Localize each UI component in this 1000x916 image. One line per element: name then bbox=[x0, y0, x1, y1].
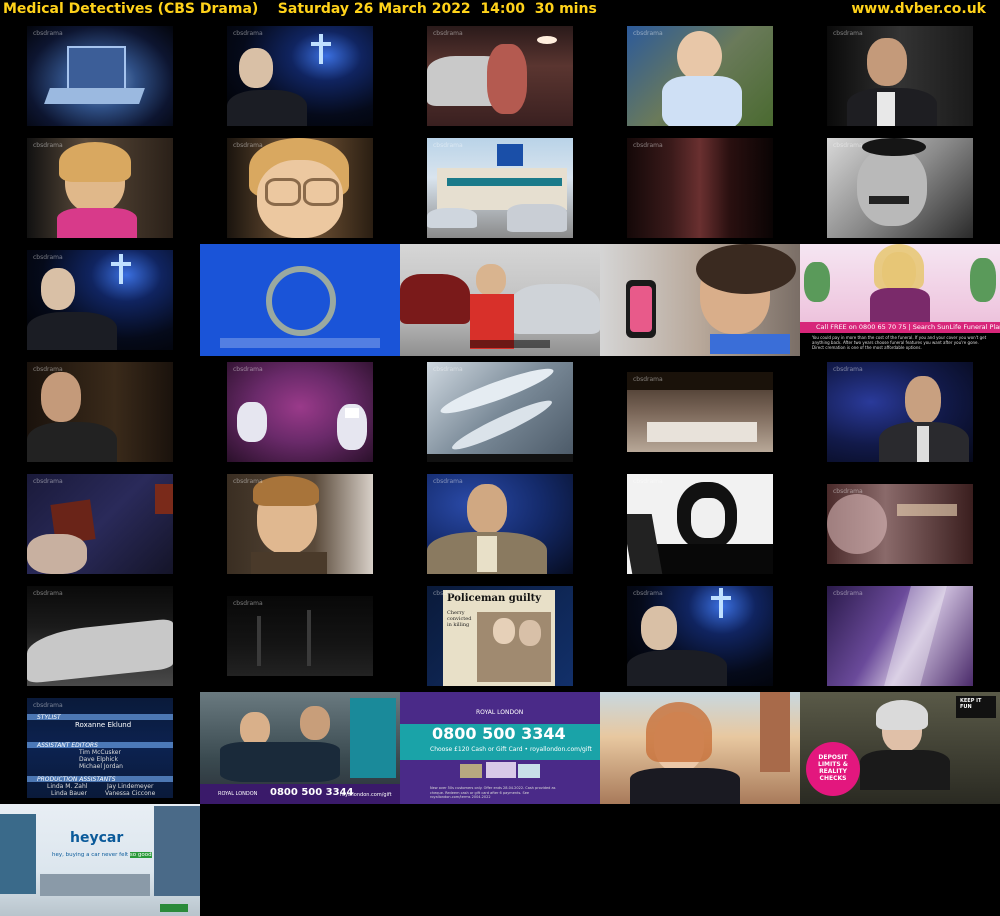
channel-watermark: cbsdrama bbox=[833, 142, 863, 149]
thumbnail-ad-royal-london-car[interactable]: ROYAL LONDON 0800 500 3344 royallondon.c… bbox=[200, 692, 400, 804]
channel-watermark: cbsdrama bbox=[833, 488, 863, 495]
thumbnail-interviewee-bald[interactable]: cbsdrama bbox=[800, 356, 1000, 468]
thumbnail-ad-woman-on-phone[interactable] bbox=[600, 692, 800, 804]
thumbnail-fabric-gloves[interactable]: cbsdrama bbox=[200, 356, 400, 468]
thumbnail-ad-car-dealer[interactable] bbox=[400, 244, 600, 356]
heycar-tagline: hey, buying a car never felt so good bbox=[52, 852, 152, 858]
thumbnail-child-photo[interactable]: cbsdrama bbox=[600, 20, 800, 132]
thumbnail-restaurant-blur[interactable]: cbsdrama bbox=[800, 468, 1000, 580]
credits-stylist: Roxanne Eklund bbox=[75, 721, 132, 729]
channel-watermark: cbsdrama bbox=[833, 30, 863, 37]
channel-watermark: cbsdrama bbox=[33, 366, 63, 373]
channel-watermark: cbsdrama bbox=[433, 142, 463, 149]
page-title: Medical Detectives (CBS Drama) Saturday … bbox=[3, 1, 597, 17]
channel-watermark: cbsdrama bbox=[633, 376, 663, 383]
thumbnail-woman-glasses-large[interactable]: cbsdrama bbox=[200, 132, 400, 244]
channel-watermark: cbsdrama bbox=[233, 142, 263, 149]
channel-watermark: cbsdrama bbox=[233, 600, 263, 607]
sunlife-disclaimer: You could pay in more than the cost of t… bbox=[812, 335, 987, 350]
thumbnail-interviewee-cross[interactable]: cbsdrama bbox=[200, 20, 400, 132]
royal-london-phone-large: 0800 500 3344 bbox=[432, 724, 566, 743]
thumbnail-interviewee-moustache-2[interactable]: cbsdrama bbox=[0, 356, 200, 468]
credits-editor-1: Tim McCusker bbox=[79, 749, 121, 756]
channel-watermark: cbsdrama bbox=[33, 142, 63, 149]
credits-pa-right-2: Vanessa Ciccone bbox=[105, 790, 156, 797]
thumbnail-newspaper[interactable]: Policeman guilty Cherry convicted in kil… bbox=[400, 580, 600, 692]
thumbnail-police-car-night[interactable]: cbsdrama bbox=[0, 580, 200, 692]
thumbnail-curtain[interactable]: cbsdrama bbox=[600, 132, 800, 244]
thumbnail-woman-glasses-small[interactable]: cbsdrama bbox=[0, 132, 200, 244]
credits-stylist-heading: STYLIST bbox=[37, 714, 61, 721]
channel-watermark: cbsdrama bbox=[633, 590, 663, 597]
channel-watermark: cbsdrama bbox=[833, 366, 863, 373]
header: Medical Detectives (CBS Drama) Saturday … bbox=[0, 0, 1000, 20]
sunlife-banner: Call FREE on 0800 65 70 75 | Search SunL… bbox=[816, 323, 1000, 331]
thumbnail-ad-woman-phone[interactable] bbox=[600, 244, 800, 356]
channel-watermark: cbsdrama bbox=[33, 478, 63, 485]
channel-watermark: cbsdrama bbox=[33, 254, 63, 261]
channel-watermark: cbsdrama bbox=[633, 30, 663, 37]
credits-pa-right-1: Jay Lindemeyer bbox=[107, 783, 154, 790]
dating-badge: DEPOSIT LIMITS & REALITY CHECKS bbox=[818, 754, 848, 782]
channel-watermark: cbsdrama bbox=[433, 590, 463, 597]
royal-london-terms: New over 50s customers only. Offer ends … bbox=[430, 786, 556, 799]
royal-london-logo: ROYAL LONDON bbox=[476, 709, 524, 716]
channel-watermark: cbsdrama bbox=[233, 366, 263, 373]
channel-watermark: cbsdrama bbox=[33, 30, 63, 37]
thumbnail-ad-heycar[interactable]: heycar hey, buying a car never felt so g… bbox=[0, 804, 200, 916]
site-link[interactable]: www.dvber.co.uk bbox=[851, 0, 986, 19]
thumbnail-interviewee-cross-2[interactable]: cbsdrama bbox=[0, 244, 200, 356]
thumbnail-dark-woods[interactable]: cbsdrama bbox=[200, 580, 400, 692]
thumbnail-end-credits[interactable]: STYLIST Roxanne Eklund ASSISTANT EDITORS… bbox=[0, 692, 200, 804]
channel-watermark: cbsdrama bbox=[233, 30, 263, 37]
newspaper-subhead: Cherry convicted in killing bbox=[447, 610, 472, 628]
thumbnail-gas-station[interactable]: cbsdrama bbox=[400, 132, 600, 244]
thumbnail-microscope-fibres[interactable]: cbsdrama bbox=[400, 356, 600, 468]
thumbnail-ad-sunlife[interactable]: Call FREE on 0800 65 70 75 | Search SunL… bbox=[800, 244, 1000, 356]
thumbnail-man-bw-contrast[interactable]: cbsdrama bbox=[600, 468, 800, 580]
royal-london-url: royallondon.com/gift bbox=[340, 792, 392, 798]
thumbnail-ad-blue-circle[interactable] bbox=[200, 244, 400, 356]
credits-editor-3: Michael Jordan bbox=[79, 763, 123, 770]
channel-watermark: cbsdrama bbox=[33, 590, 63, 597]
royal-london-logo: ROYAL LONDON bbox=[218, 791, 258, 797]
thumbnail-interviewee-vest[interactable]: cbsdrama bbox=[400, 468, 600, 580]
channel-watermark: cbsdrama bbox=[633, 142, 663, 149]
royal-london-offer: Choose £120 Cash or Gift Card • royallon… bbox=[430, 746, 592, 753]
thumbnail-fabric-sample[interactable]: cbsdrama bbox=[0, 468, 200, 580]
heycar-logo: heycar bbox=[70, 830, 124, 846]
credits-pa-left-2: Linda Bauer bbox=[51, 790, 87, 797]
thumbnail-purple-drape[interactable]: cbsdrama bbox=[800, 580, 1000, 692]
thumbnail-boy[interactable]: cbsdrama bbox=[200, 468, 400, 580]
thumbnail-ad-grandmother[interactable]: DEPOSIT LIMITS & REALITY CHECKS KEEP IT … bbox=[800, 692, 1000, 804]
channel-watermark: cbsdrama bbox=[433, 30, 463, 37]
credits-editor-2: Dave Elphick bbox=[79, 756, 118, 763]
dating-keep-it-fun: KEEP IT FUN bbox=[960, 698, 982, 710]
thumbnail-computer-lab[interactable]: cbsdrama bbox=[0, 20, 200, 132]
credits-pa-left-1: Linda M. Zahl bbox=[47, 783, 88, 790]
thumbnail-car-night[interactable]: cbsdrama bbox=[400, 20, 600, 132]
channel-watermark: cbsdrama bbox=[833, 590, 863, 597]
channel-watermark: cbsdrama bbox=[33, 702, 63, 709]
thumbnail-ad-royal-london-offer[interactable]: ROYAL LONDON 0800 500 3344 Choose £120 C… bbox=[400, 692, 600, 804]
channel-watermark: cbsdrama bbox=[433, 478, 463, 485]
channel-watermark: cbsdrama bbox=[233, 478, 263, 485]
thumbnail-interviewee-moustache[interactable]: cbsdrama bbox=[800, 20, 1000, 132]
thumbnail-interviewee-cross-3[interactable]: cbsdrama bbox=[600, 580, 800, 692]
channel-watermark: cbsdrama bbox=[633, 478, 663, 485]
thumbnail-restaurant[interactable]: cbsdrama bbox=[600, 356, 800, 468]
thumbnail-man-bw[interactable]: cbsdrama bbox=[800, 132, 1000, 244]
channel-watermark: cbsdrama bbox=[433, 366, 463, 373]
